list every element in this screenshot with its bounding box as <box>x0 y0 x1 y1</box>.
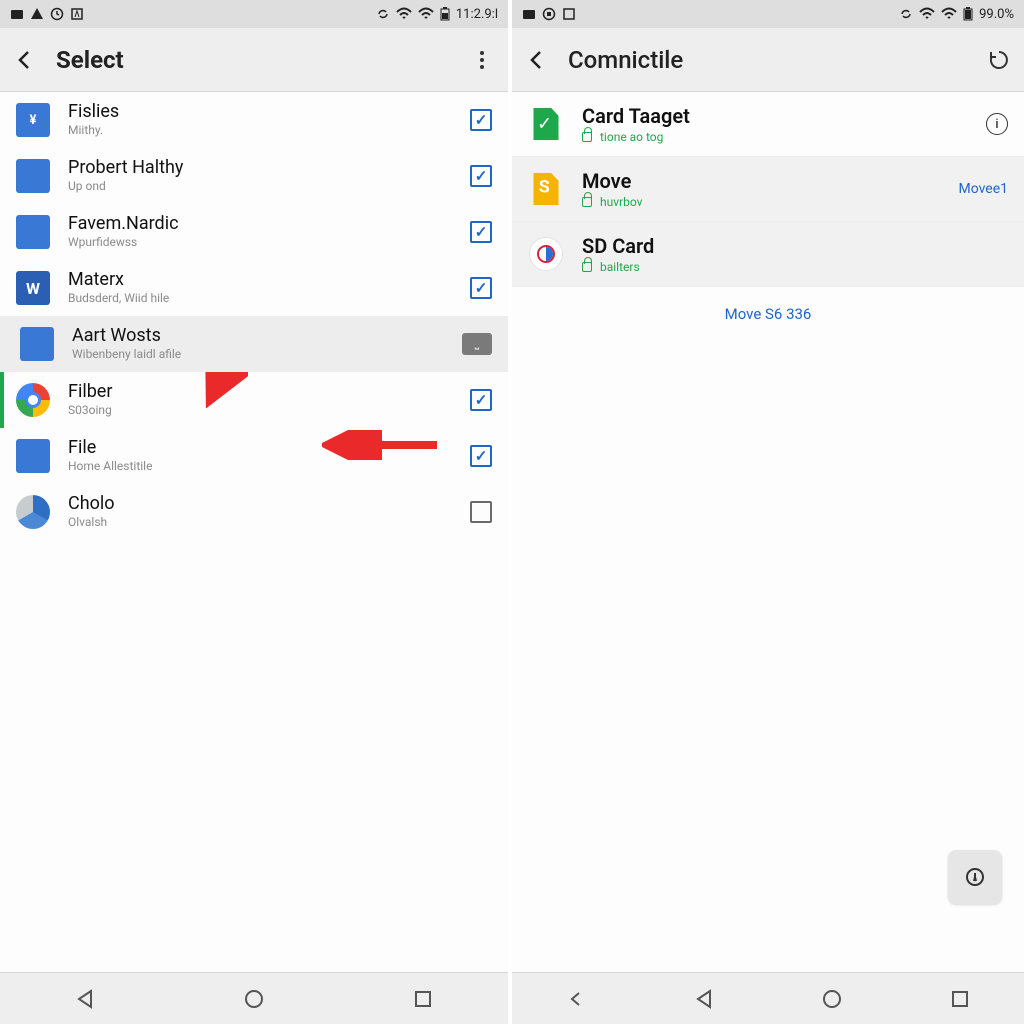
nav-home-button[interactable] <box>812 979 852 1019</box>
phone-left: 11:2.9:l Select ¥ FisliesMiithy. Probert H… <box>0 0 512 1024</box>
checkbox[interactable] <box>470 109 492 131</box>
lock-icon <box>582 132 592 142</box>
status-icon <box>542 7 556 21</box>
checkbox[interactable] <box>470 389 492 411</box>
battery-icon <box>963 7 973 21</box>
battery-icon <box>440 7 450 21</box>
destination-title: Move <box>582 169 940 193</box>
item-title: Favem.Nardic <box>68 214 452 235</box>
list-item[interactable]: ¥ FisliesMiithy. <box>0 92 508 148</box>
page-title: Comnictile <box>568 46 683 74</box>
sd-card-icon <box>528 236 564 272</box>
list-item[interactable]: CholoOlvalsh <box>0 484 508 540</box>
document-icon <box>16 439 50 473</box>
info-icon[interactable]: i <box>986 113 1008 135</box>
navbar-right <box>512 972 1024 1024</box>
item-subtitle: Home Allestitile <box>68 460 452 474</box>
item-subtitle: Miithy. <box>68 124 452 138</box>
file-icon <box>528 171 564 207</box>
item-title: Filber <box>68 382 452 403</box>
destination-title: Card Taaget <box>582 104 968 128</box>
item-subtitle: Up ond <box>68 180 452 194</box>
sync-icon <box>899 7 913 21</box>
item-subtitle: Olvalsh <box>68 516 452 530</box>
document-icon <box>16 215 50 249</box>
list-item[interactable]: Aart WostsWibenbeny laidl afile ⎵ <box>0 316 508 372</box>
back-button[interactable] <box>526 48 550 72</box>
destination-item[interactable]: Card Taaget tione ao tog i <box>512 92 1024 157</box>
checkbox[interactable] <box>470 445 492 467</box>
status-icon <box>30 7 44 21</box>
back-button[interactable] <box>14 48 38 72</box>
tag-icon: ⎵ <box>462 333 492 355</box>
chart-icon <box>16 495 50 529</box>
destination-subtitle: tione ao tog <box>582 130 968 144</box>
statusbar-battery: 99.0% <box>979 7 1014 22</box>
lock-icon <box>582 262 592 272</box>
destination-item[interactable]: Move huvrbov Movee1 <box>512 157 1024 222</box>
sync-icon <box>376 7 390 21</box>
card-icon <box>528 106 564 142</box>
checkbox[interactable] <box>470 501 492 523</box>
lock-icon <box>582 197 592 207</box>
destination-item[interactable]: SD Card bailters <box>512 222 1024 287</box>
destination-list: Card Taaget tione ao tog i Move huvrbov Movee… <box>512 92 1024 972</box>
list-item[interactable]: W MaterxBudsderd, Wiid hile <box>0 260 508 316</box>
wifi-icon <box>941 7 957 21</box>
file-list: ¥FisliesMiithy.Probert HalthyUp ondFavem… <box>0 92 508 972</box>
word-icon: W <box>16 271 50 305</box>
status-icon <box>562 7 576 21</box>
document-icon <box>20 327 54 361</box>
nav-back-button[interactable] <box>65 979 105 1019</box>
wifi-icon <box>418 7 434 21</box>
destination-link[interactable]: Movee1 <box>958 181 1008 197</box>
list-item[interactable]: Probert HalthyUp ond <box>0 148 508 204</box>
move-footer[interactable]: Move S6 336 <box>512 287 1024 341</box>
phone-right: 99.0% Comnictile Card Taaget tione ao tog… <box>512 0 1024 1024</box>
item-title: Probert Halthy <box>68 158 452 179</box>
overflow-menu-button[interactable] <box>470 48 494 72</box>
document-icon: ¥ <box>16 103 50 137</box>
item-title: Aart Wosts <box>72 326 444 347</box>
status-icon <box>70 7 84 21</box>
destination-subtitle: bailters <box>582 260 1008 274</box>
item-subtitle: S03oing <box>68 404 452 418</box>
wifi-icon <box>396 7 412 21</box>
list-item[interactable]: Favem.NardicWpurfidewss <box>0 204 508 260</box>
status-icon <box>522 7 536 21</box>
item-title: File <box>68 438 452 459</box>
item-subtitle: Wibenbeny laidl afile <box>72 348 444 362</box>
fab-button[interactable] <box>948 850 1002 904</box>
item-title: Fislies <box>68 102 452 123</box>
page-title: Select <box>56 46 124 74</box>
checkbox[interactable] <box>470 165 492 187</box>
nav-recent-button[interactable] <box>940 979 980 1019</box>
destination-title: SD Card <box>582 234 1008 258</box>
destination-subtitle: huvrbov <box>582 195 940 209</box>
item-title: Materx <box>68 270 452 291</box>
item-subtitle: Wpurfidewss <box>68 236 452 250</box>
list-item[interactable]: FileHome Allestitile <box>0 428 508 484</box>
appbar-right: Comnictile <box>512 28 1024 92</box>
statusbar-left: 11:2.9:l <box>0 0 508 28</box>
statusbar-right: 99.0% <box>512 0 1024 28</box>
item-title: Cholo <box>68 494 452 515</box>
wifi-icon <box>919 7 935 21</box>
nav-recent-button[interactable] <box>403 979 443 1019</box>
chrome-icon <box>16 383 50 417</box>
checkbox[interactable] <box>470 221 492 243</box>
refresh-button[interactable] <box>988 49 1010 71</box>
nav-back-button[interactable] <box>684 979 724 1019</box>
nav-back-small-button[interactable] <box>556 979 596 1019</box>
nav-home-button[interactable] <box>234 979 274 1019</box>
appbar-left: Select <box>0 28 508 92</box>
statusbar-time: 11:2.9:l <box>456 7 498 22</box>
clock-icon <box>50 7 64 21</box>
list-item[interactable]: FilberS03oing <box>0 372 508 428</box>
item-subtitle: Budsderd, Wiid hile <box>68 292 452 306</box>
document-icon <box>16 159 50 193</box>
status-icon <box>10 7 24 21</box>
navbar-left <box>0 972 508 1024</box>
checkbox[interactable] <box>470 277 492 299</box>
